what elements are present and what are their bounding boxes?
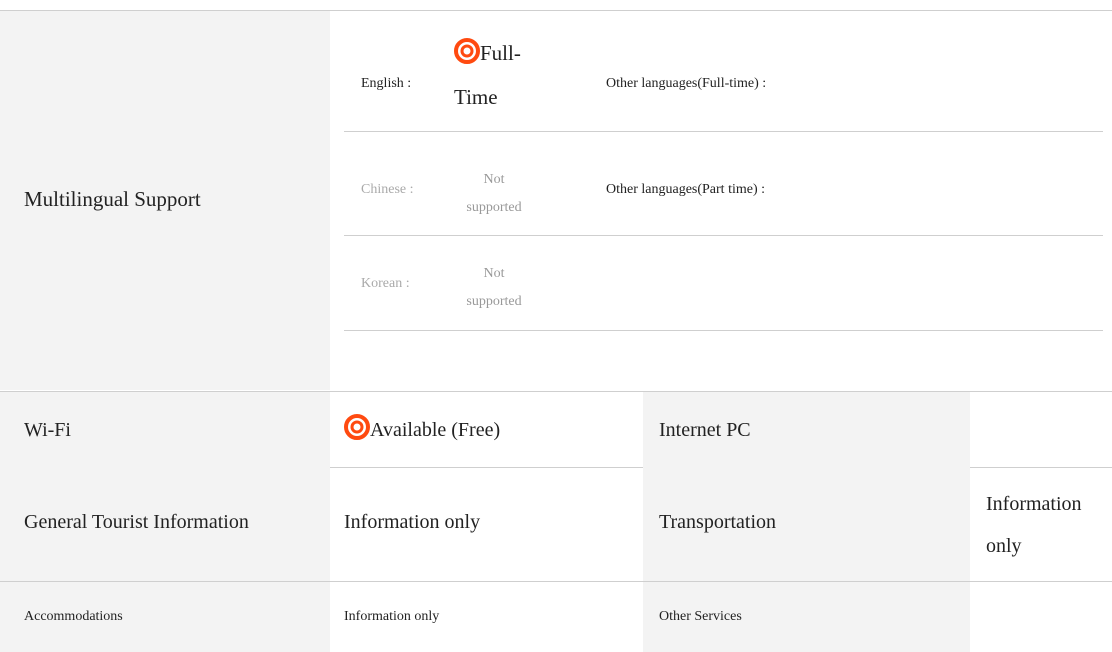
other-languages-label: Other languages(Full-time) :	[606, 76, 767, 91]
accommodations-label-cell: Accommodations	[0, 582, 330, 652]
language-name: Korean :	[361, 276, 410, 291]
other-languages-label: Other languages(Part time) :	[606, 182, 766, 197]
language-status: Not supported	[444, 260, 544, 316]
language-name: Chinese :	[361, 182, 414, 197]
language-status: Not supported	[444, 166, 544, 222]
tourist-info-row: General Tourist Information Information …	[0, 467, 1112, 582]
transportation-value-line1: Information	[986, 493, 1082, 515]
language-status: Full- Time	[454, 31, 521, 119]
language-status-line2: supported	[466, 200, 522, 215]
other-services-label-cell: Other Services	[643, 582, 970, 652]
accommodations-row: Accommodations Information only Other Se…	[0, 582, 1112, 652]
internet-pc-label-cell: Internet PC	[643, 392, 970, 467]
double-ring-icon	[344, 414, 370, 440]
transportation-label-cell: Transportation	[643, 467, 970, 581]
internet-pc-label: Internet PC	[659, 419, 751, 441]
accommodations-value: Information only	[344, 609, 440, 624]
multilingual-label: Multilingual Support	[24, 187, 201, 211]
wifi-value-cell: Available (Free)	[330, 392, 643, 467]
internet-pc-value-cell	[970, 392, 1112, 467]
multilingual-label-cell: Multilingual Support	[0, 11, 330, 390]
wifi-label-cell: Wi-Fi	[0, 392, 330, 467]
language-status-line1: Not	[483, 172, 505, 187]
wifi-value: Available (Free)	[344, 414, 500, 442]
wifi-label: Wi-Fi	[24, 419, 71, 441]
accommodations-label: Accommodations	[24, 609, 123, 624]
accommodations-value-cell: Information only	[330, 582, 643, 652]
language-line-english: English : Full- Time Other languages(Ful…	[344, 11, 1103, 132]
double-ring-icon	[454, 38, 480, 64]
tourist-value: Information only	[344, 511, 481, 533]
other-services-label: Other Services	[659, 609, 742, 624]
language-line-korean: Korean : Not supported	[344, 236, 1103, 331]
language-status-line1: Full-	[480, 41, 521, 65]
transportation-value-line2: only	[986, 535, 1022, 557]
language-status-line2: supported	[466, 294, 522, 309]
language-status-line2: Time	[454, 85, 498, 109]
tourist-value-cell: Information only	[330, 467, 643, 581]
tourist-label-cell: General Tourist Information	[0, 467, 330, 581]
wifi-row: Wi-Fi Available (Free) Internet PC	[0, 391, 1112, 468]
facility-table: Multilingual Support English : Full- Tim…	[0, 0, 1112, 652]
transportation-label: Transportation	[659, 511, 777, 533]
wifi-value-text: Available (Free)	[370, 419, 501, 441]
transportation-value: Information only	[986, 483, 1082, 567]
language-status-line1: Not	[483, 266, 505, 281]
language-line-chinese: Chinese : Not supported Other languages(…	[344, 142, 1103, 236]
other-services-value-cell	[970, 582, 1112, 652]
tourist-label: General Tourist Information	[24, 511, 249, 533]
language-list: English : Full- Time Other languages(Ful…	[344, 11, 1103, 390]
multilingual-row: Multilingual Support English : Full- Tim…	[0, 11, 1112, 390]
transportation-value-cell: Information only	[970, 467, 1112, 581]
language-name: English :	[361, 76, 412, 91]
